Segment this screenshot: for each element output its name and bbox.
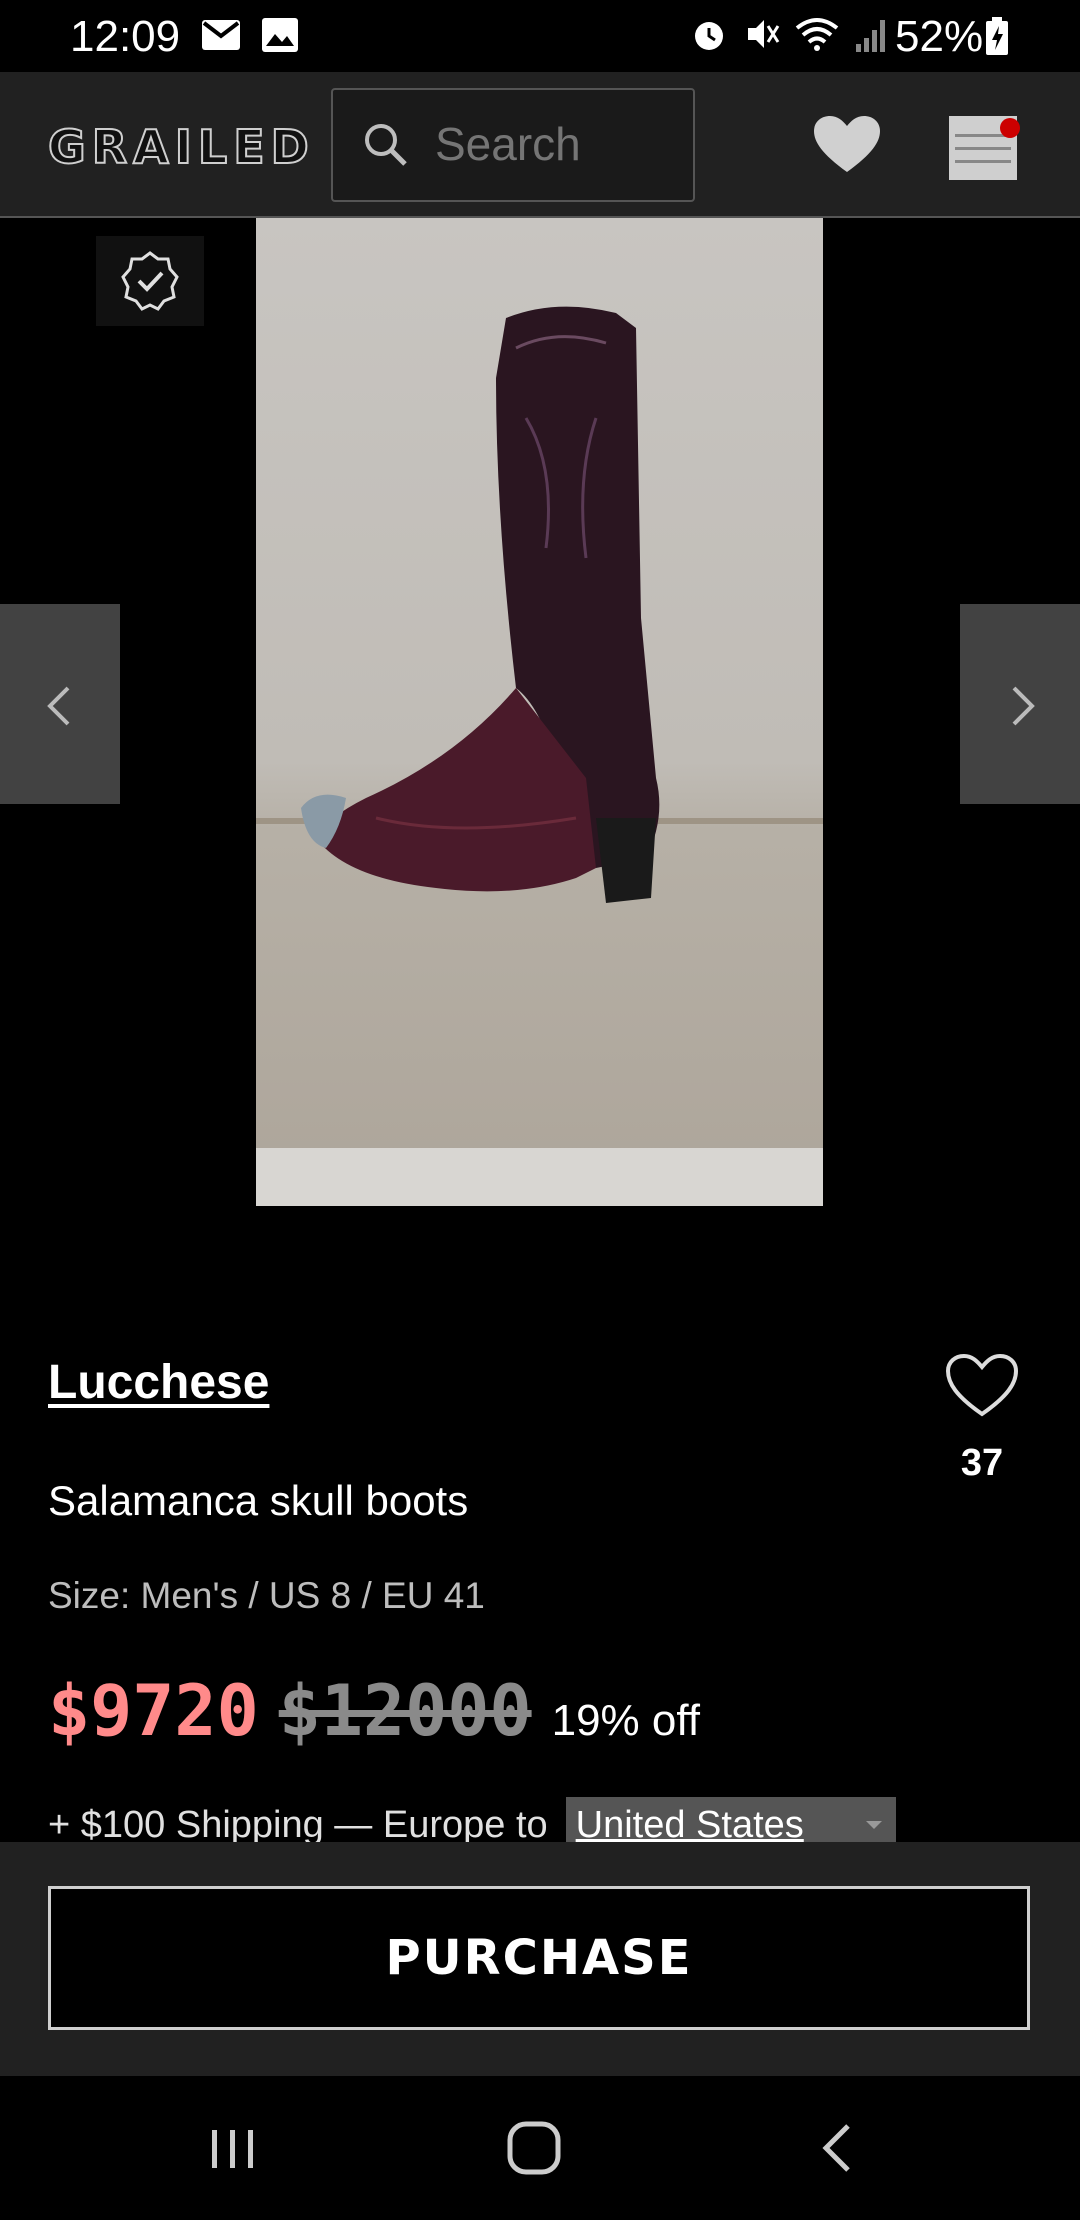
boot-image <box>256 306 823 1206</box>
back-icon[interactable] <box>818 2122 858 2174</box>
battery-icon <box>986 17 1008 55</box>
chevron-right-icon <box>1012 686 1035 726</box>
price-row: $9720 $12000 19% off <box>48 1670 700 1752</box>
alarm-icon <box>695 22 723 50</box>
verified-badge[interactable] <box>96 236 204 326</box>
home-icon[interactable] <box>506 2120 562 2176</box>
ship-country-value: United States <box>575 1804 804 1846</box>
mute-icon <box>748 20 780 48</box>
original-price: $12000 <box>278 1670 532 1752</box>
purchase-button[interactable]: PURCHASE <box>48 1886 1030 2030</box>
like-count: 37 <box>960 1442 1004 1484</box>
chevron-left-icon <box>47 686 70 726</box>
signal-icon <box>856 20 885 52</box>
shipping-text: + $100 Shipping — Europe to <box>48 1803 548 1846</box>
system-nav-bar <box>0 2076 1080 2220</box>
brand-link[interactable]: Lucchese <box>48 1355 269 1410</box>
product-title: Salamanca skull boots <box>48 1477 469 1524</box>
wifi-icon <box>795 18 839 51</box>
recents-icon[interactable] <box>208 2124 258 2174</box>
previous-image-button[interactable] <box>0 604 120 804</box>
product-size: Size: Men's / US 8 / EU 41 <box>48 1575 485 1616</box>
status-time: 12:09 <box>70 12 181 61</box>
status-icons-right <box>690 14 890 54</box>
current-price: $9720 <box>48 1670 259 1752</box>
notification-dot <box>1000 118 1020 138</box>
gallery-icon <box>262 18 298 52</box>
chevron-down-icon <box>865 1821 882 1829</box>
battery-percent: 52% <box>895 12 984 61</box>
product-image[interactable] <box>256 218 823 1206</box>
search-input[interactable] <box>433 116 687 172</box>
search-bar[interactable] <box>331 88 695 202</box>
heart-outline-icon[interactable] <box>944 1352 1020 1420</box>
next-image-button[interactable] <box>960 604 1080 804</box>
heart-icon[interactable] <box>812 114 882 176</box>
status-icons-left <box>200 16 300 54</box>
search-icon <box>365 124 407 166</box>
verified-icon <box>121 251 179 311</box>
app-header: GRAILED <box>0 72 1080 218</box>
grailed-logo[interactable]: GRAILED <box>47 119 315 175</box>
email-icon <box>202 20 240 50</box>
discount-label: 19% off <box>551 1696 701 1745</box>
